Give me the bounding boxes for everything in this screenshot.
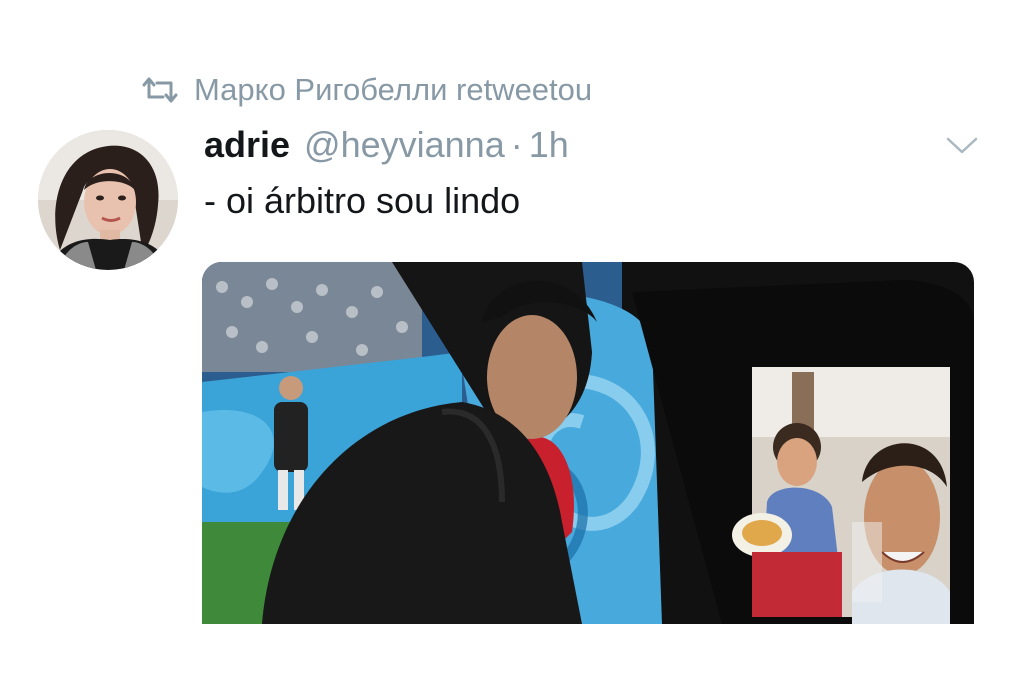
tweet-media-photo[interactable] — [202, 262, 974, 624]
retweet-text[interactable]: Марко Ригобелли retweetou — [194, 72, 592, 108]
timestamp[interactable]: 1h — [529, 124, 569, 166]
avatar[interactable] — [38, 130, 178, 270]
separator-dot: · — [510, 124, 523, 165]
retweet-icon — [140, 75, 180, 105]
chevron-down-icon[interactable] — [945, 135, 979, 157]
tweet-text: - oi árbitro sou lindo — [204, 180, 521, 221]
tweet-card[interactable]: Марко Ригобелли retweetou adrie @heyvian… — [0, 0, 1011, 674]
tweet-header: adrie @heyvianna · 1h — [204, 124, 569, 166]
display-name[interactable]: adrie — [204, 124, 290, 166]
user-handle[interactable]: @heyvianna — [304, 124, 505, 166]
retweet-context: Марко Ригобелли retweetou — [140, 72, 592, 108]
